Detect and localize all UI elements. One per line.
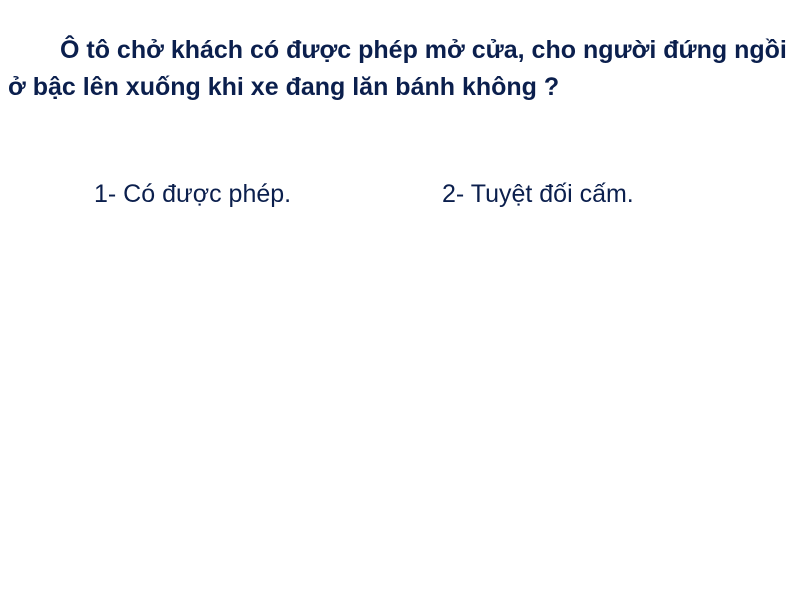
answer-option-1[interactable]: 1- Có được phép. [94, 176, 291, 213]
slide: Ô tô chở khách có được phép mở cửa, cho … [0, 0, 800, 600]
question-text: Ô tô chở khách có được phép mở cửa, cho … [8, 36, 787, 101]
answer-option-2[interactable]: 2- Tuyệt đối cấm. [442, 176, 634, 213]
